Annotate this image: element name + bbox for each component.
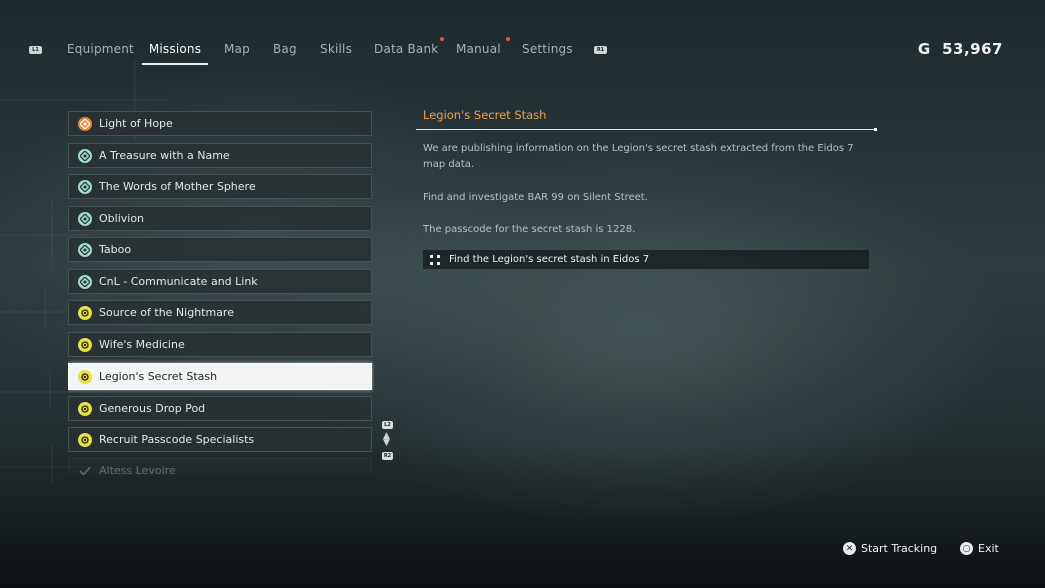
currency-display: G 53,967 <box>918 40 1003 58</box>
request-mission-icon <box>78 401 92 416</box>
tab-missions[interactable]: Missions <box>142 41 208 65</box>
mission-description: We are publishing information on the Leg… <box>423 143 854 170</box>
objective-text: Find the Legion's secret stash in Eidos … <box>449 254 650 265</box>
l2-scroll-up-icon[interactable]: L2 <box>382 421 393 429</box>
data-bank-notification-dot <box>440 37 444 41</box>
l1-bumper-icon[interactable]: L1 <box>29 46 42 54</box>
tab-settings[interactable]: Settings <box>522 41 573 63</box>
side-mission-icon <box>78 179 92 194</box>
mission-label: The Words of Mother Sphere <box>99 180 256 193</box>
mission-item-taboo[interactable]: Taboo <box>68 237 372 262</box>
objective-marker-icon <box>430 254 440 265</box>
r1-bumper-icon[interactable]: R1 <box>594 46 607 54</box>
mission-label: Taboo <box>99 243 132 256</box>
completed-check-icon <box>78 464 92 475</box>
mission-label: Source of the Nightmare <box>99 306 234 319</box>
mission-item-source-of-the-nightmare[interactable]: Source of the Nightmare <box>68 300 372 325</box>
request-mission-icon <box>78 432 92 447</box>
title-divider <box>416 128 877 131</box>
mission-label: A Treasure with a Name <box>99 149 230 162</box>
mission-item-recruit-passcode-specialists[interactable]: Recruit Passcode Specialists <box>68 427 372 452</box>
circle-button-icon: ○ <box>960 542 973 555</box>
side-mission-icon <box>78 148 92 163</box>
mission-label: Altess Levoire <box>99 464 176 475</box>
tab-bag[interactable]: Bag <box>273 41 297 63</box>
mission-instruction: Find and investigate BAR 99 on Silent St… <box>423 192 648 203</box>
mission-item-light-of-hope[interactable]: Light of Hope <box>68 111 372 136</box>
mission-item-the-words-of-mother-sphere[interactable]: The Words of Mother Sphere <box>68 174 372 199</box>
mission-list: Light of Hope A Treasure with a Name The… <box>68 110 374 475</box>
scroll-arrows-icon: ▲ ▼ <box>383 431 390 448</box>
currency-amount: 53,967 <box>942 40 1003 58</box>
r2-scroll-down-icon[interactable]: R2 <box>382 452 393 460</box>
mission-label: Generous Drop Pod <box>99 402 206 415</box>
mission-label: Legion's Secret Stash <box>99 370 218 383</box>
mission-label: Wife's Medicine <box>99 338 185 351</box>
mission-label: Recruit Passcode Specialists <box>99 433 255 446</box>
request-mission-icon <box>78 305 92 320</box>
cross-button-icon: ✕ <box>843 542 856 555</box>
mission-item-a-treasure-with-a-name[interactable]: A Treasure with a Name <box>68 143 372 168</box>
mission-label: Oblivion <box>99 212 145 225</box>
request-mission-icon <box>78 337 92 352</box>
mission-detail-title: Legion's Secret Stash <box>423 108 547 122</box>
mission-label: Light of Hope <box>99 117 173 130</box>
mission-item-cnl-communicate-and-link[interactable]: CnL - Communicate and Link <box>68 269 372 294</box>
mission-label: CnL - Communicate and Link <box>99 275 258 288</box>
tab-skills[interactable]: Skills <box>320 41 352 63</box>
currency-symbol: G <box>917 40 931 58</box>
mission-item-generous-drop-pod[interactable]: Generous Drop Pod <box>68 396 372 421</box>
mission-item-legions-secret-stash[interactable]: Legion's Secret Stash <box>68 363 372 390</box>
mission-passcode-note: The passcode for the secret stash is 122… <box>423 224 636 235</box>
side-mission-icon <box>78 274 92 289</box>
tab-equipment[interactable]: Equipment <box>67 41 134 63</box>
mission-item-oblivion[interactable]: Oblivion <box>68 206 372 231</box>
mission-item-altess-levoire[interactable]: Altess Levoire <box>68 458 372 475</box>
mission-item-wifes-medicine[interactable]: Wife's Medicine <box>68 332 372 357</box>
tab-map[interactable]: Map <box>224 41 250 63</box>
manual-notification-dot <box>506 37 510 41</box>
start-tracking-label: Start Tracking <box>861 542 938 555</box>
exit-button[interactable]: ○ Exit <box>960 542 999 555</box>
exit-label: Exit <box>978 542 999 555</box>
tab-manual[interactable]: Manual <box>456 41 501 63</box>
main-mission-icon <box>78 116 92 131</box>
start-tracking-button[interactable]: ✕ Start Tracking <box>843 542 937 555</box>
side-mission-icon <box>78 211 92 226</box>
request-mission-icon <box>78 369 92 384</box>
side-mission-icon <box>78 242 92 257</box>
mission-objective: Find the Legion's secret stash in Eidos … <box>423 250 869 269</box>
tab-data-bank[interactable]: Data Bank <box>374 41 438 63</box>
